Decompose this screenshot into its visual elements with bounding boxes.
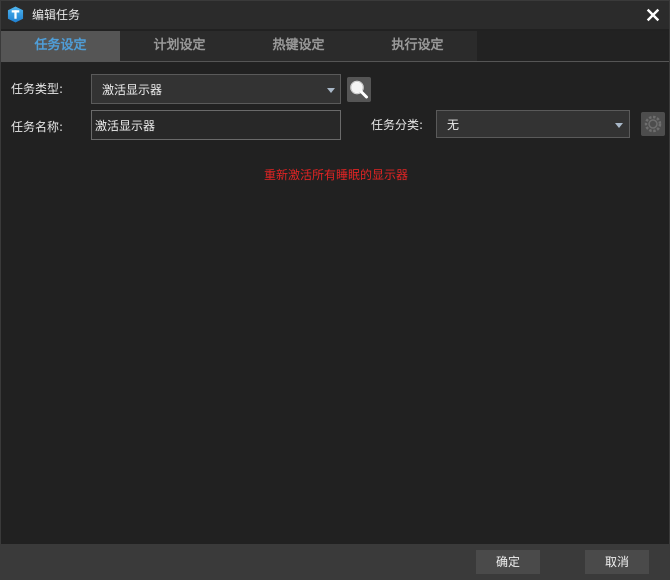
- window-title: 编辑任务: [32, 8, 81, 22]
- task-category-value: 无: [447, 118, 460, 132]
- task-type-dropdown[interactable]: 激活显示器: [91, 74, 341, 104]
- chevron-down-icon: [327, 88, 335, 93]
- title-bar[interactable]: 编辑任务: [1, 1, 669, 29]
- dialog-footer: 确定 取消: [1, 544, 669, 579]
- edit-task-dialog: 编辑任务 任务设定 计划设定 热键设定 执行设定 任务类型: 激活显示器 任务名…: [0, 0, 670, 580]
- magnifier-icon[interactable]: [347, 77, 371, 102]
- task-description: 重新激活所有睡眠的显示器: [263, 168, 408, 182]
- task-name-input[interactable]: [91, 110, 341, 140]
- cancel-button[interactable]: 取消: [585, 550, 649, 574]
- task-name-label: 任务名称:: [11, 120, 64, 134]
- task-type-label: 任务类型:: [11, 82, 64, 96]
- tab-divider: [1, 61, 669, 62]
- tab-schedule-settings[interactable]: 计划设定: [120, 31, 239, 61]
- tab-hotkey-settings[interactable]: 热键设定: [239, 31, 358, 61]
- tab-bar: 任务设定 计划设定 热键设定 执行设定: [1, 31, 669, 63]
- tab-task-settings[interactable]: 任务设定: [1, 31, 120, 61]
- task-category-dropdown[interactable]: 无: [436, 110, 630, 138]
- task-type-value: 激活显示器: [102, 83, 163, 97]
- ok-button[interactable]: 确定: [476, 550, 540, 574]
- task-category-label: 任务分类:: [371, 118, 424, 132]
- gear-icon[interactable]: [641, 112, 665, 136]
- app-logo-icon: [7, 6, 24, 23]
- close-icon[interactable]: [645, 7, 661, 23]
- chevron-down-icon: [615, 123, 623, 128]
- tab-execution-settings[interactable]: 执行设定: [358, 31, 477, 61]
